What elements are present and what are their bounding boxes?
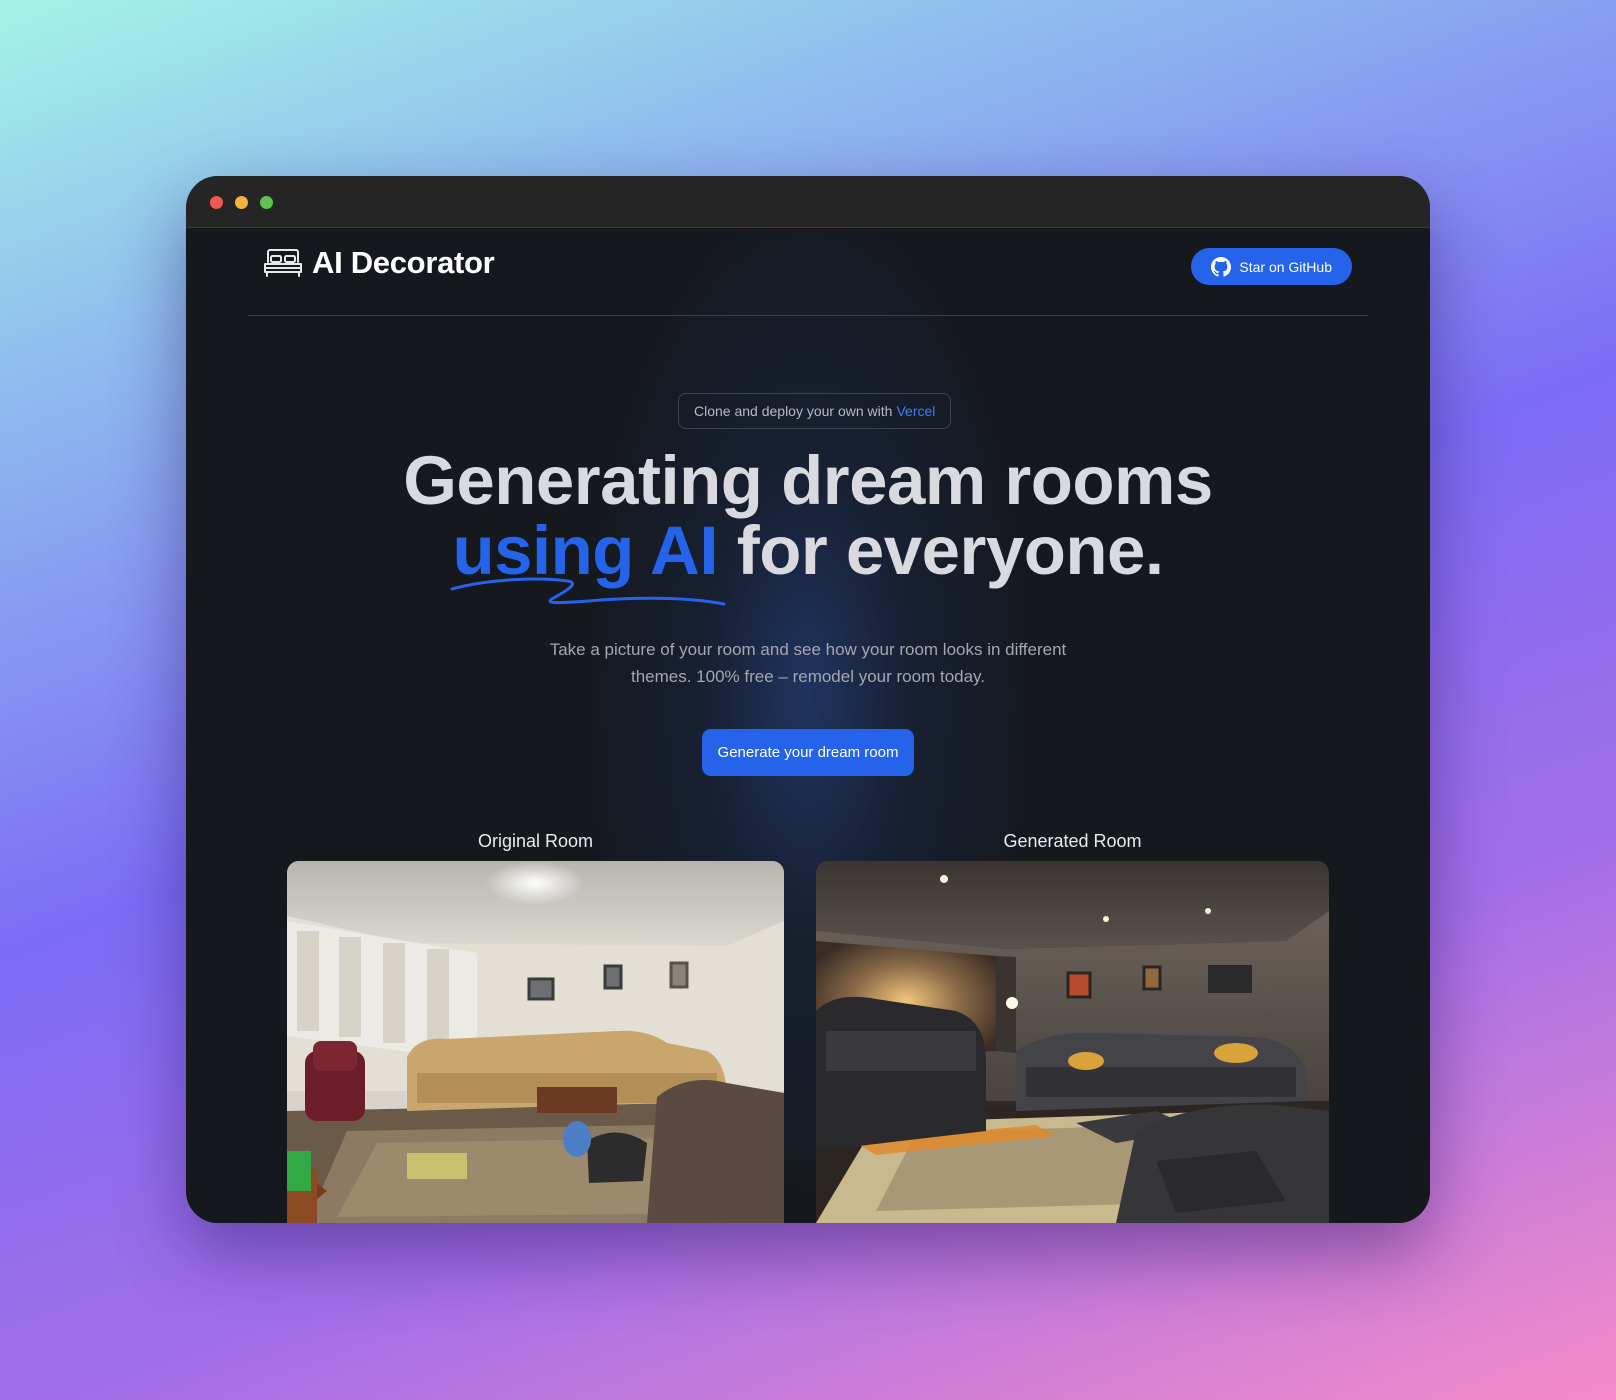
brand-link[interactable]: AI Decorator <box>263 245 495 281</box>
bed-icon <box>264 249 302 277</box>
generated-room-label: Generated Room <box>1003 831 1142 851</box>
close-window-button[interactable] <box>210 196 223 209</box>
generated-room-image <box>816 861 1329 1223</box>
vercel-link[interactable]: Vercel <box>896 403 935 419</box>
underline-squiggle <box>450 577 726 606</box>
headline-accent-wrap: using AI <box>450 516 726 606</box>
headline-line-1: Generating dream rooms <box>403 442 1213 519</box>
browser-window: AI Decorator Star on GitHub Clone and de… <box>186 176 1430 1223</box>
hero-subtitle: Take a picture of your room and see how … <box>186 636 1430 690</box>
deploy-badge[interactable]: Clone and deploy your own with Vercel <box>678 393 952 429</box>
github-icon <box>1211 256 1232 277</box>
minimize-window-button[interactable] <box>235 196 248 209</box>
original-room-picture <box>287 861 784 1223</box>
github-button-label: Star on GitHub <box>1239 258 1332 275</box>
subtitle-line-1: Take a picture of your room and see how … <box>549 640 1067 659</box>
star-on-github-button[interactable]: Star on GitHub <box>1191 248 1352 285</box>
site-header: AI Decorator Star on GitHub <box>248 228 1368 316</box>
generate-room-button[interactable]: Generate your dream room <box>702 729 914 776</box>
deploy-badge-text: Clone and deploy your own with <box>694 403 893 419</box>
hero-headline: Generating dream rooms using AI for ever… <box>186 442 1430 606</box>
page-content: AI Decorator Star on GitHub Clone and de… <box>186 228 1430 1223</box>
headline-rest: for everyone. <box>736 512 1164 589</box>
original-room-image <box>287 861 784 1223</box>
zoom-window-button[interactable] <box>260 196 273 209</box>
headline-line-2: using AI for everyone. <box>186 516 1430 606</box>
brand-name: AI Decorator <box>312 245 495 280</box>
original-room-label: Original Room <box>477 831 594 851</box>
generated-room-picture <box>816 861 1329 1223</box>
window-titlebar <box>186 176 1430 228</box>
subtitle-line-2: themes. 100% free – remodel your room to… <box>630 667 986 686</box>
